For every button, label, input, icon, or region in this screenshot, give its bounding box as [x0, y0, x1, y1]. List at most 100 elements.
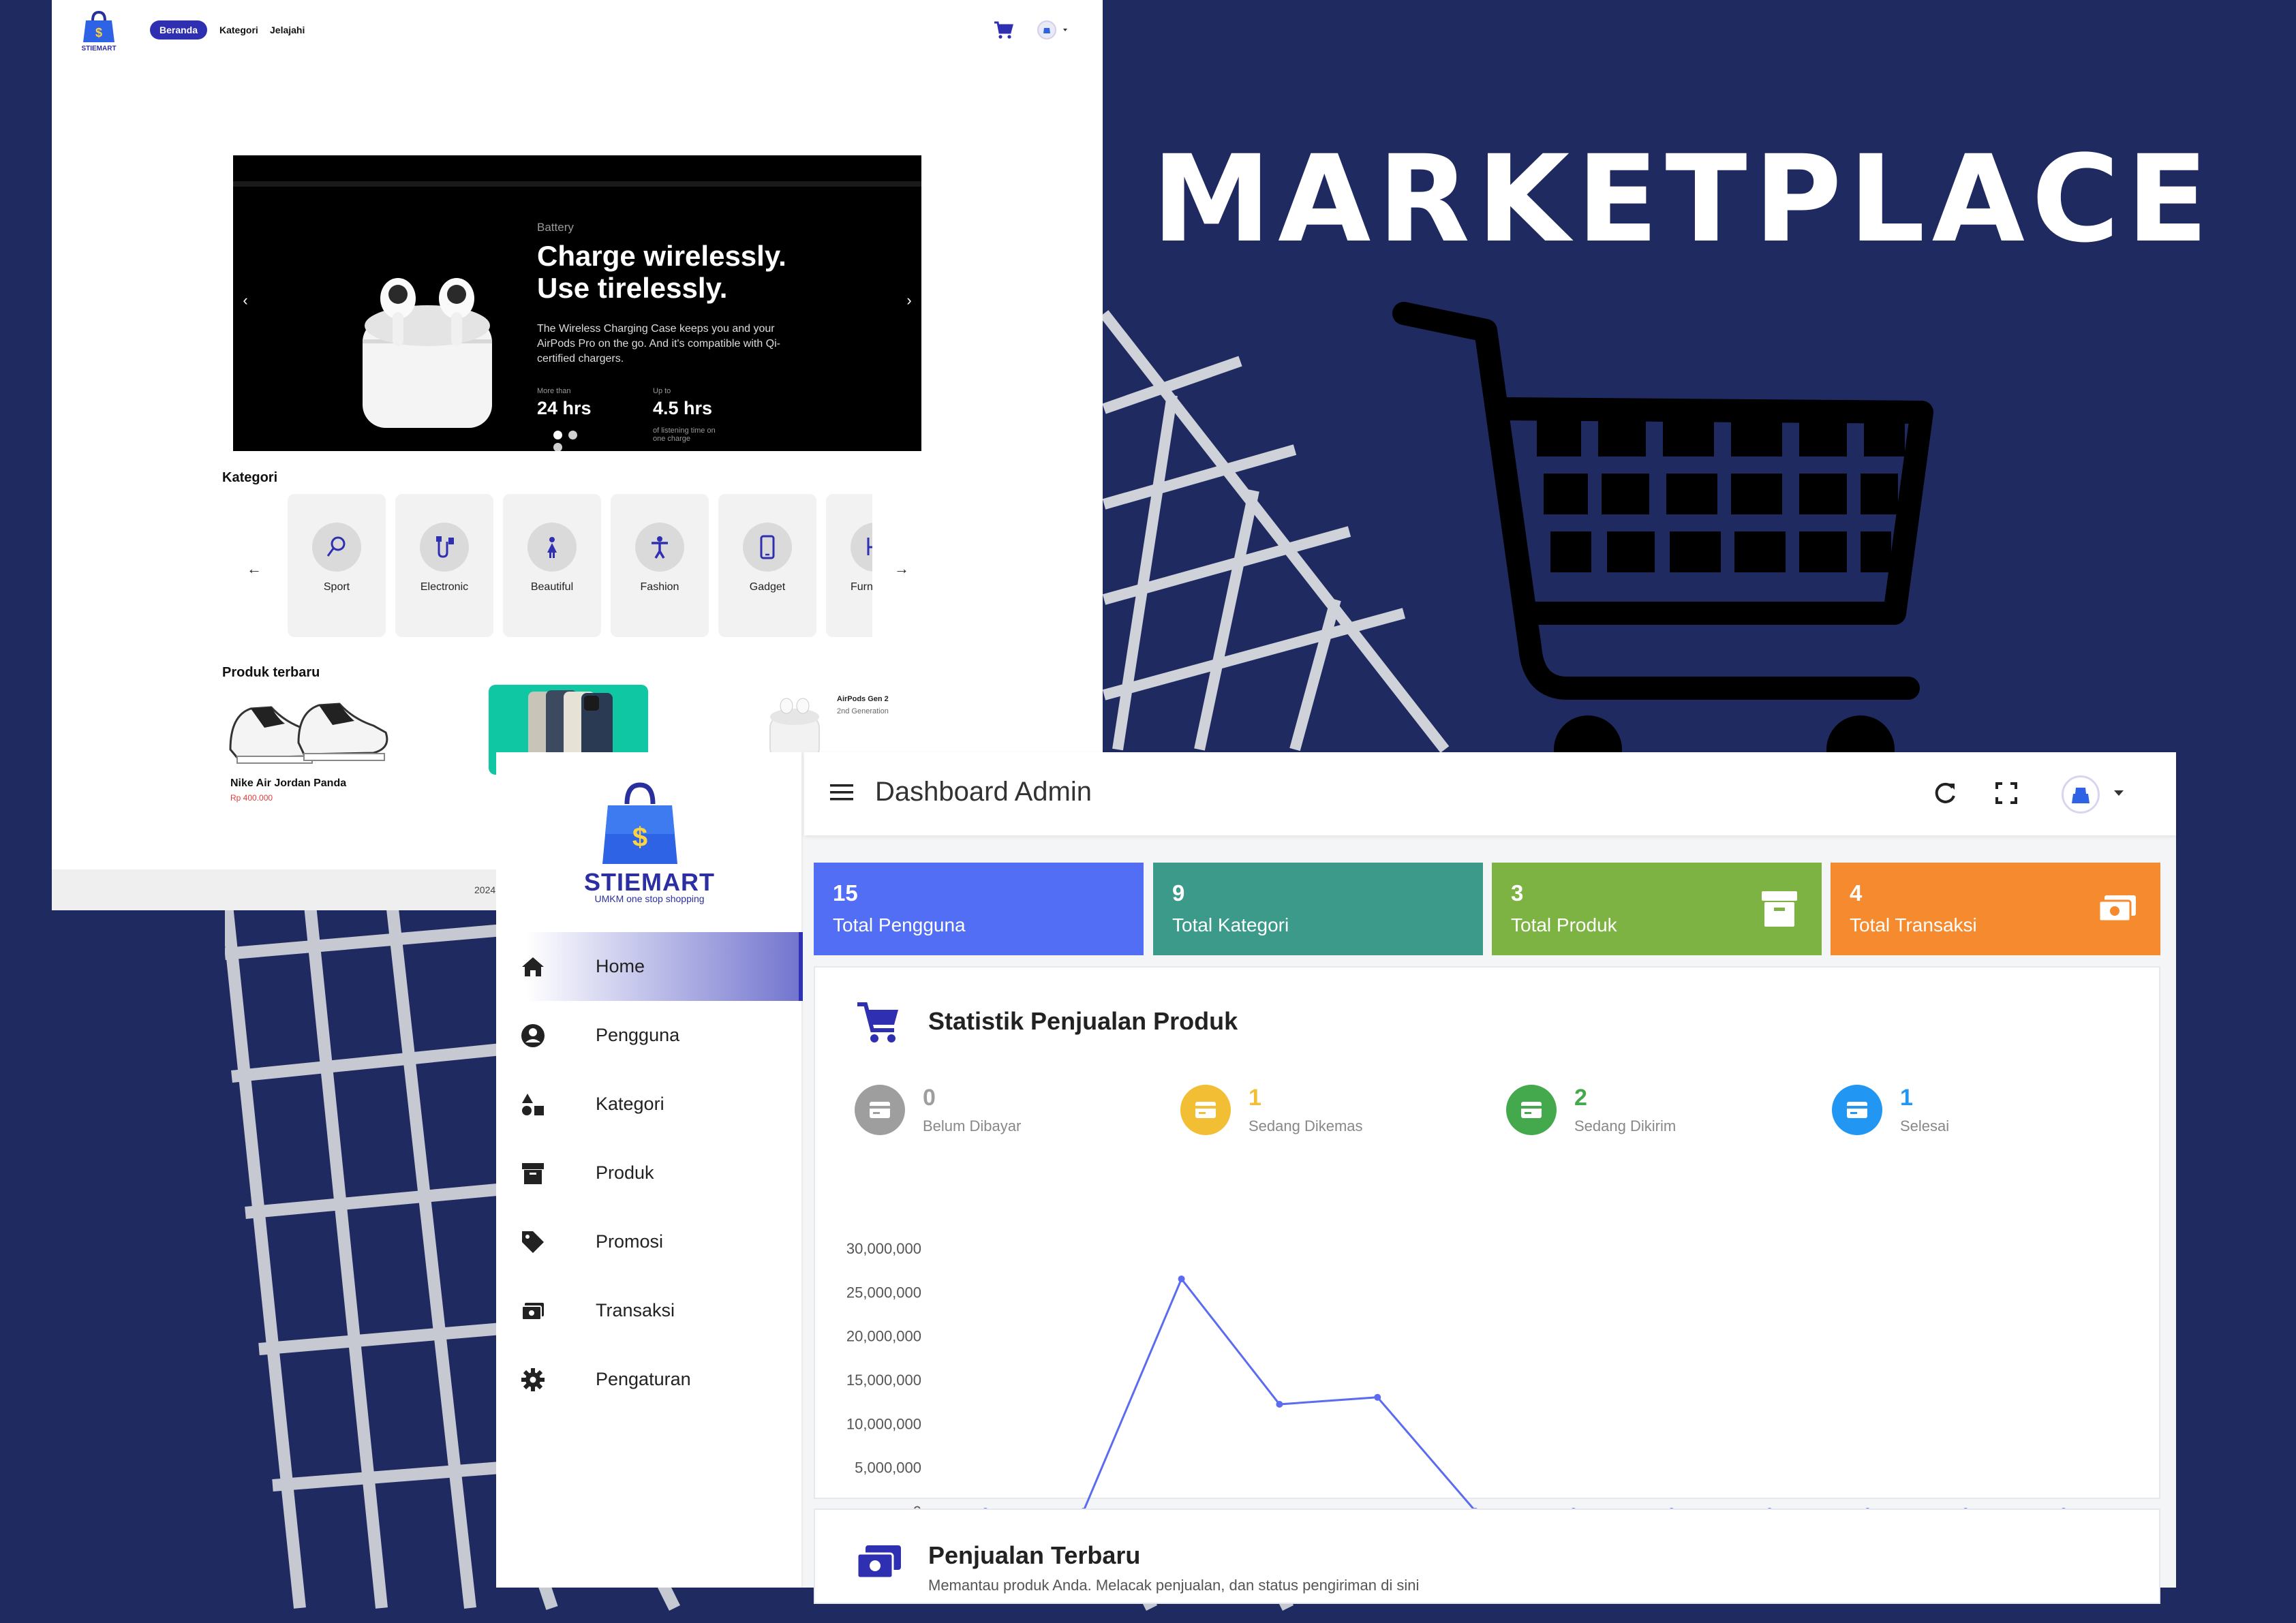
category-card-furniture[interactable]: Furn [826, 494, 872, 637]
cable-icon [436, 536, 454, 558]
admin-avatar[interactable] [2062, 775, 2100, 814]
recent-sales-title: Penjualan Terbaru [928, 1541, 1141, 1569]
carousel-prev-button[interactable]: ‹ [237, 292, 254, 312]
recent-sales-subtitle: Memantau produk Anda. Melacak penjualan,… [928, 1577, 1420, 1594]
sidebar-item-promosi[interactable]: Promosi [496, 1207, 803, 1276]
tag-icon [522, 1231, 544, 1253]
nav-beranda[interactable]: Beranda [150, 20, 208, 40]
sidebar-item-transaksi[interactable]: Transaksi [496, 1276, 803, 1345]
sales-statistics-title: Statistik Penjualan Produk [928, 1007, 1238, 1035]
ad-stat2-note: of listening time on one charge [653, 427, 716, 443]
ad-body: The Wireless Charging Case keeps you and… [537, 323, 781, 365]
admin-window: $ STIEMART UMKM one stop shopping Home P… [496, 752, 2176, 1604]
sidebar-menu: Home Pengguna Kategori Produk Promosi Tr… [496, 932, 803, 1414]
sidebar-item-pengguna[interactable]: Pengguna [496, 1001, 803, 1070]
person-icon [652, 536, 668, 559]
stat-card-kategori[interactable]: 9 Total Kategori [1153, 863, 1483, 955]
ad-stat1-caption: More than [537, 387, 571, 395]
headline-marketplace: MARKETPLACE [1152, 129, 2216, 269]
ad-stat2: 4.5 hrs [653, 398, 713, 418]
card-icon [870, 1102, 890, 1118]
status-circle [1832, 1085, 1882, 1135]
user-circle-icon [521, 1023, 545, 1047]
hamburger-menu-icon[interactable] [829, 781, 855, 804]
category-card-sport[interactable]: Sport [288, 494, 386, 637]
data-point[interactable] [1276, 1401, 1283, 1408]
carousel-dots[interactable] [553, 431, 594, 451]
sidebar-item-label: Pengguna [596, 1025, 680, 1045]
chevron-down-icon[interactable] [2113, 789, 2125, 797]
nav-kategori[interactable]: Kategori [219, 25, 258, 35]
gear-icon [521, 1367, 545, 1391]
stat-card-produk[interactable]: 3 Total Produk [1492, 863, 1822, 955]
card-icon [1521, 1102, 1542, 1118]
woman-icon [547, 537, 557, 558]
category-card-gadget[interactable]: Gadget [718, 494, 816, 637]
shapes-icon [522, 1093, 544, 1115]
data-point[interactable] [1178, 1276, 1185, 1283]
svg-text:$: $ [632, 822, 647, 852]
store-logo-bag-icon[interactable]: $ STIEMART [75, 7, 123, 55]
sidebar-item-pengaturan[interactable]: Pengaturan [496, 1345, 803, 1414]
stat-card-transaksi[interactable]: 4 Total Transaksi [1831, 863, 2160, 955]
phone-icon [760, 535, 775, 559]
cart-icon [857, 1002, 898, 1042]
category-card-fashion[interactable]: Fashion [611, 494, 709, 637]
admin-sidebar: $ STIEMART UMKM one stop shopping Home P… [496, 752, 803, 1588]
product-mini-title: AirPods Gen 2 [837, 695, 889, 703]
category-card-electronic[interactable]: Electronic [395, 494, 493, 637]
category-next-button[interactable]: → [894, 560, 909, 578]
fullscreen-icon[interactable] [1991, 778, 2021, 808]
archive-icon [1762, 891, 1797, 927]
sales-line-chart: 05,000,00010,000,00015,000,00020,000,000… [846, 1240, 2113, 1539]
money-icon [856, 1545, 901, 1579]
latest-products-title: Produk terbaru [222, 665, 320, 680]
product-name[interactable]: Nike Air Jordan Panda [230, 777, 346, 790]
data-point[interactable] [1374, 1393, 1381, 1401]
racket-icon [326, 536, 346, 557]
promo-carousel[interactable]: ‹ › Battery Charge wirelessly. Use tirel… [233, 155, 921, 451]
ad-title: Charge wirelessly. Use tirelessly. [537, 240, 786, 304]
ad-kicker: Battery [537, 221, 574, 234]
category-card-beautiful[interactable]: Beautiful [503, 494, 601, 637]
store-navbar: $ STIEMART Beranda Kategori Jelajahi [52, 0, 1103, 61]
home-icon [522, 957, 544, 976]
shopping-cart-icon [1392, 302, 1933, 756]
category-prev-button[interactable]: ← [247, 560, 262, 578]
sidebar-item-label: Produk [596, 1162, 654, 1183]
ad-stat1: 24 hrs [537, 398, 592, 418]
y-tick-label: 5,000,000 [855, 1459, 921, 1477]
money-icon [521, 1302, 544, 1320]
status-circle [855, 1085, 905, 1135]
brand-bag-logo-icon[interactable]: $ [596, 779, 684, 875]
brand-name: STIEMART [584, 868, 715, 896]
admin-topbar: Dashboard Admin [804, 752, 2176, 835]
y-tick-label: 10,000,000 [846, 1415, 921, 1432]
status-circle [1180, 1085, 1231, 1135]
cart-icon[interactable] [992, 19, 1014, 41]
card-icon [1195, 1102, 1216, 1118]
sidebar-item-kategori[interactable]: Kategori [496, 1070, 803, 1139]
airpods-product-image [363, 278, 492, 428]
avatar-bag-icon [2072, 788, 2090, 803]
page-title: Dashboard Admin [875, 777, 1092, 807]
sales-series-line [985, 1277, 2064, 1513]
stat-card-pengguna[interactable]: 15 Total Pengguna [814, 863, 1144, 955]
archive-icon [522, 1162, 544, 1184]
sidebar-item-label: Promosi [596, 1231, 664, 1252]
money-icon [2098, 895, 2136, 923]
brand-tagline: UMKM one stop shopping [594, 893, 705, 904]
nav-jelajahi[interactable]: Jelajahi [270, 25, 305, 35]
product-price: Rp 400.000 [230, 793, 273, 803]
sidebar-item-label: Pengaturan [596, 1369, 691, 1389]
sidebar-item-home[interactable]: Home [496, 932, 803, 1001]
refresh-icon[interactable] [1930, 778, 1960, 808]
y-tick-label: 30,000,000 [846, 1240, 921, 1257]
store-avatar-icon[interactable] [1036, 19, 1078, 41]
y-tick-label: 25,000,000 [846, 1284, 921, 1301]
carousel-next-button[interactable]: › [901, 292, 917, 312]
svg-text:STIEMART: STIEMART [81, 45, 116, 52]
sneaker-product-image[interactable] [224, 688, 394, 770]
sidebar-item-produk[interactable]: Produk [496, 1139, 803, 1207]
status-circle [1506, 1085, 1557, 1135]
